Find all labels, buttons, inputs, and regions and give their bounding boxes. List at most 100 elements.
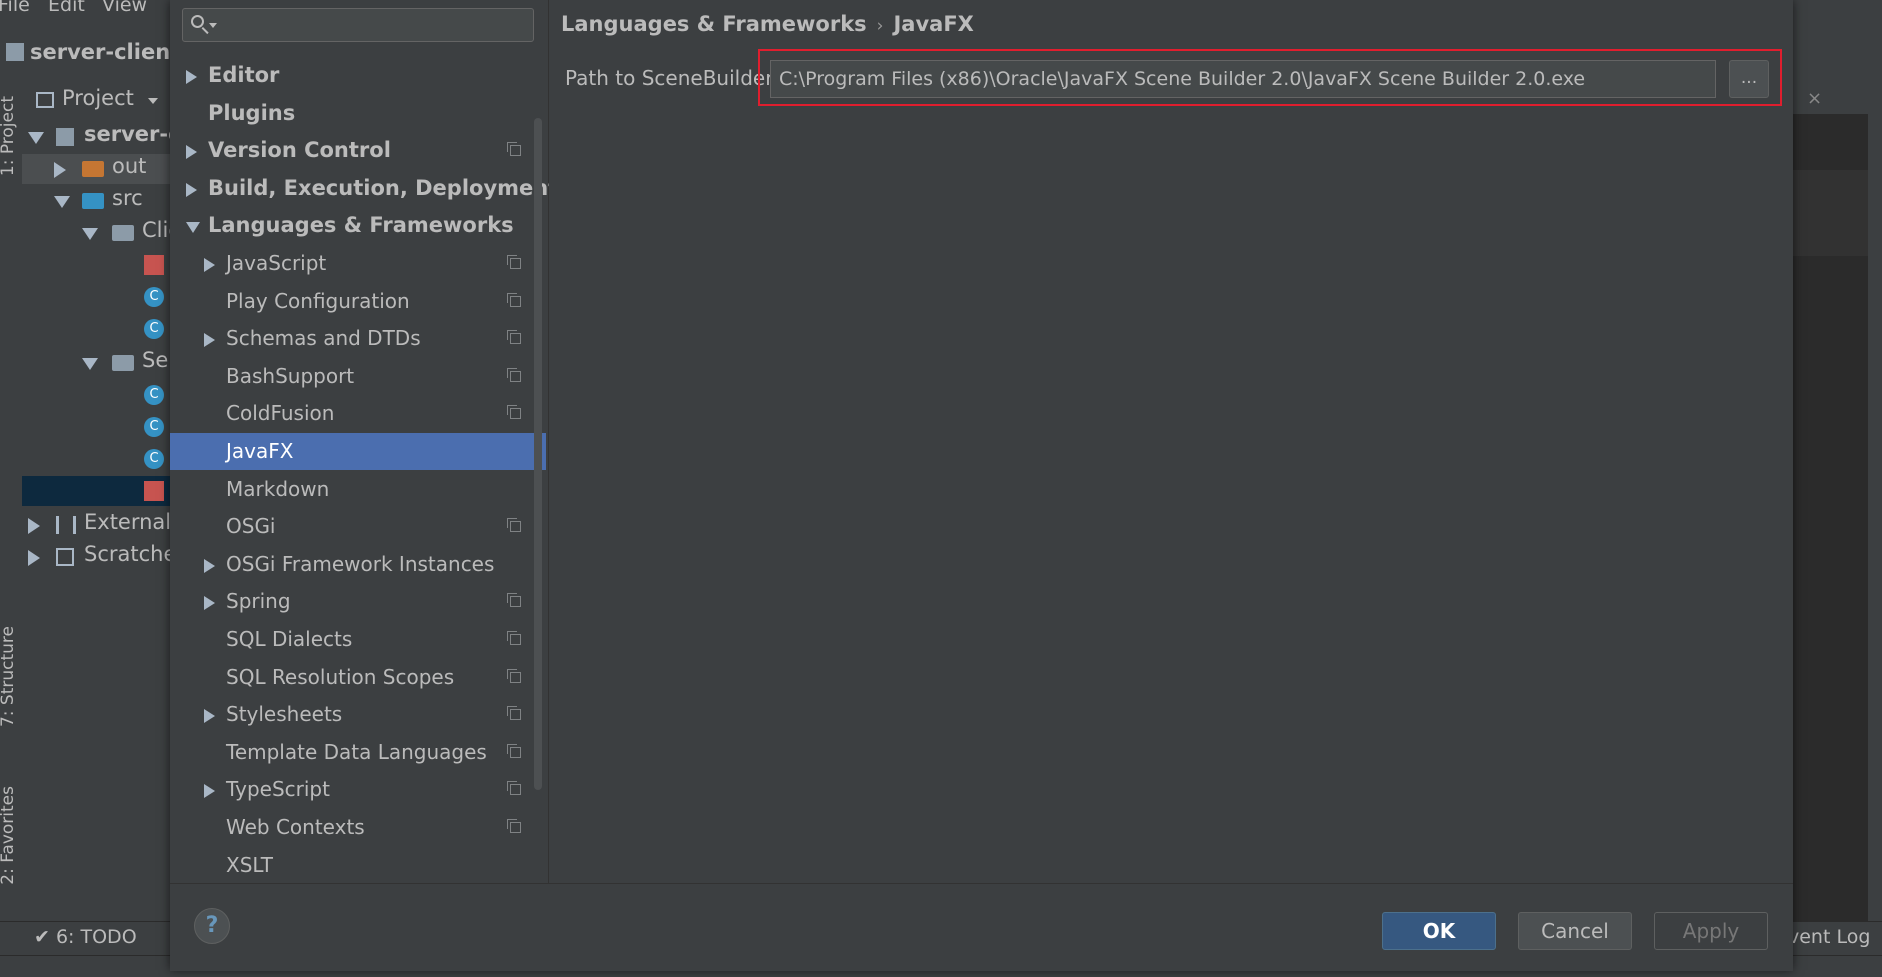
- tree-file[interactable]: C: [22, 282, 172, 312]
- project-level-icon: [507, 518, 521, 532]
- breadcrumb-current: JavaFX: [893, 12, 974, 36]
- sidebar-item-coldfusion[interactable]: ColdFusion: [170, 395, 546, 432]
- todo-label: 6: TODO: [55, 926, 137, 948]
- sidebar-item-play-configuration[interactable]: Play Configuration: [170, 283, 546, 320]
- sidebar-item-build-execution-deployment[interactable]: Build, Execution, Deployment: [170, 170, 558, 207]
- sidebar-item-osgi[interactable]: OSGi: [170, 508, 546, 545]
- sidebar-item-template-data-languages[interactable]: Template Data Languages: [170, 734, 546, 771]
- package-icon: [112, 355, 134, 371]
- project-level-icon: [507, 819, 521, 833]
- expand-arrow-icon[interactable]: [186, 183, 197, 197]
- sidebar-item-label: Plugins: [208, 101, 296, 125]
- search-input[interactable]: [219, 13, 523, 39]
- chevron-down-icon[interactable]: [209, 23, 217, 28]
- tree-server-package[interactable]: Ser: [22, 348, 172, 378]
- sidebar-item-sql-resolution-scopes[interactable]: SQL Resolution Scopes: [170, 659, 546, 696]
- tree-client-package[interactable]: Clie: [22, 218, 172, 248]
- tree-file[interactable]: C: [22, 412, 172, 442]
- menu-edit[interactable]: Edit: [48, 0, 85, 16]
- tree-scratches[interactable]: Scratches: [22, 542, 172, 572]
- sidebar-item-languages-frameworks[interactable]: Languages & Frameworks: [170, 207, 546, 244]
- sidebar-item-javascript[interactable]: JavaScript: [170, 245, 546, 282]
- menu-file[interactable]: File: [0, 0, 30, 16]
- help-button[interactable]: ?: [194, 908, 230, 944]
- expand-arrow-icon[interactable]: [186, 70, 197, 84]
- tree-file-selected[interactable]: [22, 476, 172, 506]
- breadcrumb-parent[interactable]: Languages & Frameworks: [561, 12, 867, 36]
- settings-search[interactable]: [182, 8, 534, 42]
- expand-arrow-icon[interactable]: [204, 333, 215, 347]
- tab-structure[interactable]: 7: Structure: [0, 626, 18, 727]
- apply-button[interactable]: Apply: [1654, 912, 1768, 950]
- sidebar-item-typescript[interactable]: TypeScript: [170, 771, 546, 808]
- event-log-tab[interactable]: vent Log: [1788, 926, 1870, 948]
- sidebar-item-spring[interactable]: Spring: [170, 583, 546, 620]
- sidebar-item-stylesheets[interactable]: Stylesheets: [170, 696, 546, 733]
- project-level-icon: [507, 781, 521, 795]
- scenebuilder-path-input[interactable]: [770, 60, 1716, 98]
- tab-project[interactable]: 1: Project: [0, 96, 18, 176]
- expand-arrow-icon[interactable]: [28, 132, 44, 144]
- ok-button[interactable]: OK: [1382, 912, 1496, 950]
- tree-file[interactable]: C: [22, 314, 172, 344]
- expand-arrow-icon[interactable]: [54, 162, 66, 178]
- project-level-icon: [507, 330, 521, 344]
- expand-arrow-icon[interactable]: [204, 784, 215, 798]
- project-tool-header[interactable]: Project: [22, 86, 172, 116]
- sidebar-item-bashsupport[interactable]: BashSupport: [170, 358, 546, 395]
- sidebar-item-editor[interactable]: Editor: [170, 57, 546, 94]
- expand-arrow-icon[interactable]: [28, 518, 40, 534]
- chevron-down-icon[interactable]: [148, 98, 158, 104]
- sidebar-item-markdown[interactable]: Markdown: [170, 471, 546, 508]
- expand-arrow-icon[interactable]: [28, 550, 40, 566]
- class-icon: C: [144, 417, 164, 437]
- sidebar-item-label: Editor: [208, 63, 280, 87]
- menu-view[interactable]: View: [102, 0, 147, 16]
- project-crumb[interactable]: server-client: [6, 40, 180, 64]
- sidebar-item-label: Build, Execution, Deployment: [208, 176, 559, 200]
- right-tool-strip: [1868, 86, 1882, 921]
- tree-file[interactable]: C: [22, 444, 172, 474]
- tab-favorites[interactable]: 2: Favorites: [0, 786, 18, 885]
- tree-file[interactable]: C: [22, 380, 172, 410]
- collapse-arrow-icon[interactable]: [186, 222, 200, 233]
- browse-button[interactable]: ...: [1729, 60, 1769, 98]
- module-icon: [56, 128, 74, 146]
- expand-arrow-icon[interactable]: [204, 258, 215, 272]
- project-level-icon: [507, 593, 521, 607]
- todo-tab[interactable]: ✔ 6: TODO: [34, 926, 137, 948]
- tree-file[interactable]: [22, 250, 172, 280]
- sidebar-item-schemas-and-dtds[interactable]: Schemas and DTDs: [170, 320, 546, 357]
- sidebar-scrollbar[interactable]: [534, 118, 542, 790]
- expand-arrow-icon[interactable]: [204, 596, 215, 610]
- expand-arrow-icon[interactable]: [186, 145, 197, 159]
- sidebar-item-plugins[interactable]: Plugins: [170, 95, 546, 132]
- expand-arrow-icon[interactable]: [82, 228, 98, 240]
- sidebar-item-label: TypeScript: [226, 777, 330, 801]
- expand-arrow-icon[interactable]: [204, 559, 215, 573]
- sidebar-item-label: Play Configuration: [226, 289, 410, 313]
- project-level-icon: [507, 142, 521, 156]
- expand-arrow-icon[interactable]: [82, 358, 98, 370]
- libraries-icon: [56, 516, 76, 534]
- expand-arrow-icon[interactable]: [204, 709, 215, 723]
- sidebar-item-sql-dialects[interactable]: SQL Dialects: [170, 621, 546, 658]
- tree-external-libraries[interactable]: External L: [22, 510, 172, 540]
- sidebar-item-xslt[interactable]: XSLT: [170, 847, 546, 884]
- expand-arrow-icon[interactable]: [54, 196, 70, 208]
- cancel-button[interactable]: Cancel: [1518, 912, 1632, 950]
- project-level-icon: [507, 631, 521, 645]
- breadcrumb: Languages & Frameworks › JavaFX: [561, 12, 974, 36]
- module-icon: [6, 43, 24, 61]
- tree-out[interactable]: out: [22, 154, 172, 184]
- project-level-icon: [507, 405, 521, 419]
- sidebar-item-javafx[interactable]: JavaFX: [170, 433, 546, 470]
- sidebar-item-osgi-framework-instances[interactable]: OSGi Framework Instances: [170, 546, 546, 583]
- close-icon[interactable]: ×: [1807, 88, 1822, 109]
- sidebar-item-web-contexts[interactable]: Web Contexts: [170, 809, 546, 846]
- sidebar-item-version-control[interactable]: Version Control: [170, 132, 546, 169]
- tree-root[interactable]: server-cl: [22, 122, 172, 152]
- sidebar-item-label: OSGi: [226, 514, 276, 538]
- tree-src[interactable]: src: [22, 186, 172, 216]
- project-level-icon: [507, 368, 521, 382]
